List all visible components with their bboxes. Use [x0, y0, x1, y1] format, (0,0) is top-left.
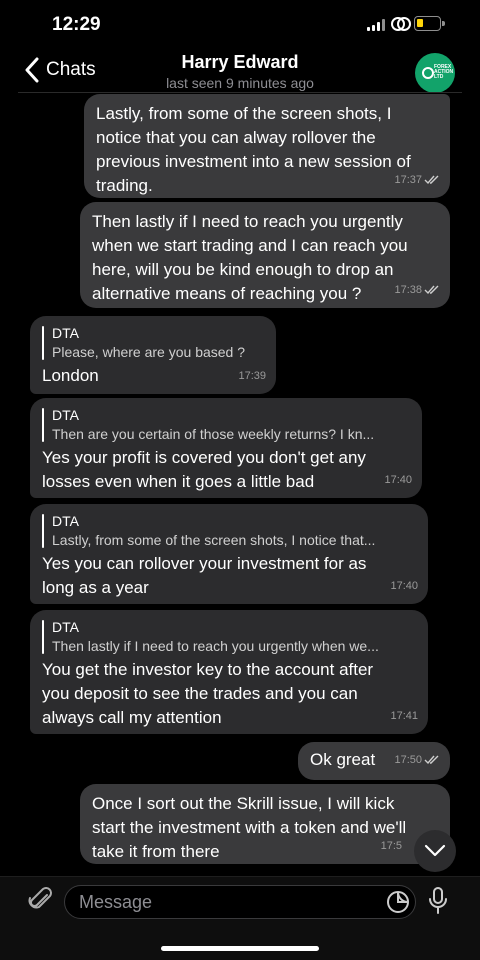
- status-time: 12:29: [52, 14, 101, 35]
- chat-title-block[interactable]: Harry Edward last seen 9 minutes ago: [120, 52, 360, 91]
- message-time: 17:50: [394, 754, 422, 766]
- message-bubble-outgoing[interactable]: Lastly, from some of the screen shots, I…: [84, 94, 450, 198]
- message-meta: 17:38: [394, 278, 440, 302]
- last-seen-status: last seen 9 minutes ago: [166, 75, 314, 91]
- sticker-icon[interactable]: [386, 890, 410, 914]
- message-meta: 17:41: [390, 704, 418, 728]
- message-text: You get the investor key to the account …: [42, 660, 374, 727]
- reply-author: DTA: [52, 513, 79, 529]
- message-time: 17:5: [380, 840, 402, 852]
- message-text: Yes you can rollover your investment for…: [42, 554, 367, 597]
- chat-title: Harry Edward: [181, 52, 299, 72]
- scroll-to-bottom-button[interactable]: [414, 830, 456, 872]
- chat-header: Chats Harry Edward last seen 9 minutes a…: [0, 48, 480, 93]
- double-check-icon: [424, 285, 439, 295]
- message-bubble-incoming[interactable]: DTA Then are you certain of those weekly…: [30, 398, 422, 498]
- reply-quote[interactable]: DTA Lastly, from some of the screen shot…: [42, 512, 416, 550]
- double-check-icon: [424, 175, 439, 185]
- message-bubble-outgoing[interactable]: Then lastly if I need to reach you urgen…: [80, 202, 450, 308]
- microphone-icon[interactable]: [428, 887, 448, 915]
- link-icon: [391, 17, 411, 31]
- message-time: 17:41: [390, 710, 418, 722]
- reply-quote[interactable]: DTA Then are you certain of those weekly…: [42, 406, 410, 444]
- battery-icon: [414, 16, 445, 31]
- reply-snippet: Then are you certain of those weekly ret…: [52, 426, 375, 442]
- back-button[interactable]: Chats: [24, 56, 96, 84]
- chevron-left-icon: [25, 57, 39, 83]
- chevron-down-icon: [424, 844, 446, 857]
- message-time: 17:38: [394, 284, 422, 296]
- message-meta: 17:50: [394, 748, 440, 772]
- message-bubble-incoming[interactable]: DTA Then lastly if I need to reach you u…: [30, 610, 428, 734]
- reply-snippet: Then lastly if I need to reach you urgen…: [52, 638, 379, 654]
- message-meta: 17:5: [381, 834, 402, 858]
- message-time: 17:39: [238, 370, 266, 382]
- message-bubble-outgoing[interactable]: Ok great 17:50: [298, 742, 450, 780]
- message-time: 17:40: [390, 580, 418, 592]
- message-bubble-incoming[interactable]: DTA Lastly, from some of the screen shot…: [30, 504, 428, 604]
- header-divider: [18, 92, 462, 93]
- reply-author: DTA: [52, 619, 79, 635]
- message-text: Then lastly if I need to reach you urgen…: [92, 212, 408, 303]
- reply-snippet: Please, where are you based ?: [52, 344, 246, 360]
- reply-author: DTA: [52, 325, 79, 341]
- message-text: Yes your profit is covered you don't get…: [42, 448, 366, 491]
- reply-quote[interactable]: DTA Please, where are you based ?: [42, 324, 264, 362]
- avatar[interactable]: FOREX ACTION LTD: [415, 53, 455, 93]
- message-bubble-incoming[interactable]: DTA Please, where are you based ? London…: [30, 316, 276, 394]
- double-check-icon: [424, 755, 439, 765]
- paperclip-icon[interactable]: [28, 887, 54, 913]
- message-meta: 17:37: [394, 168, 440, 192]
- home-indicator[interactable]: [161, 946, 319, 951]
- signal-icon: [367, 19, 387, 31]
- reply-author: DTA: [52, 407, 79, 423]
- reply-quote[interactable]: DTA Then lastly if I need to reach you u…: [42, 618, 416, 656]
- message-meta: 17:40: [384, 468, 412, 492]
- message-time: 17:37: [394, 174, 422, 186]
- message-text: Lastly, from some of the screen shots, I…: [96, 104, 411, 195]
- logo-icon: [422, 67, 434, 79]
- message-text: London: [42, 366, 99, 385]
- message-input[interactable]: [64, 885, 416, 919]
- message-meta: 17:39: [238, 364, 266, 388]
- avatar-logo-text: FOREX ACTION LTD: [434, 64, 454, 80]
- back-label: Chats: [46, 59, 96, 80]
- reply-snippet: Lastly, from some of the screen shots, I…: [52, 532, 376, 548]
- message-meta: 17:40: [390, 574, 418, 598]
- message-bubble-outgoing[interactable]: Once I sort out the Skrill issue, I will…: [80, 784, 450, 864]
- message-time: 17:40: [384, 474, 412, 486]
- status-bar: 12:29: [0, 0, 480, 50]
